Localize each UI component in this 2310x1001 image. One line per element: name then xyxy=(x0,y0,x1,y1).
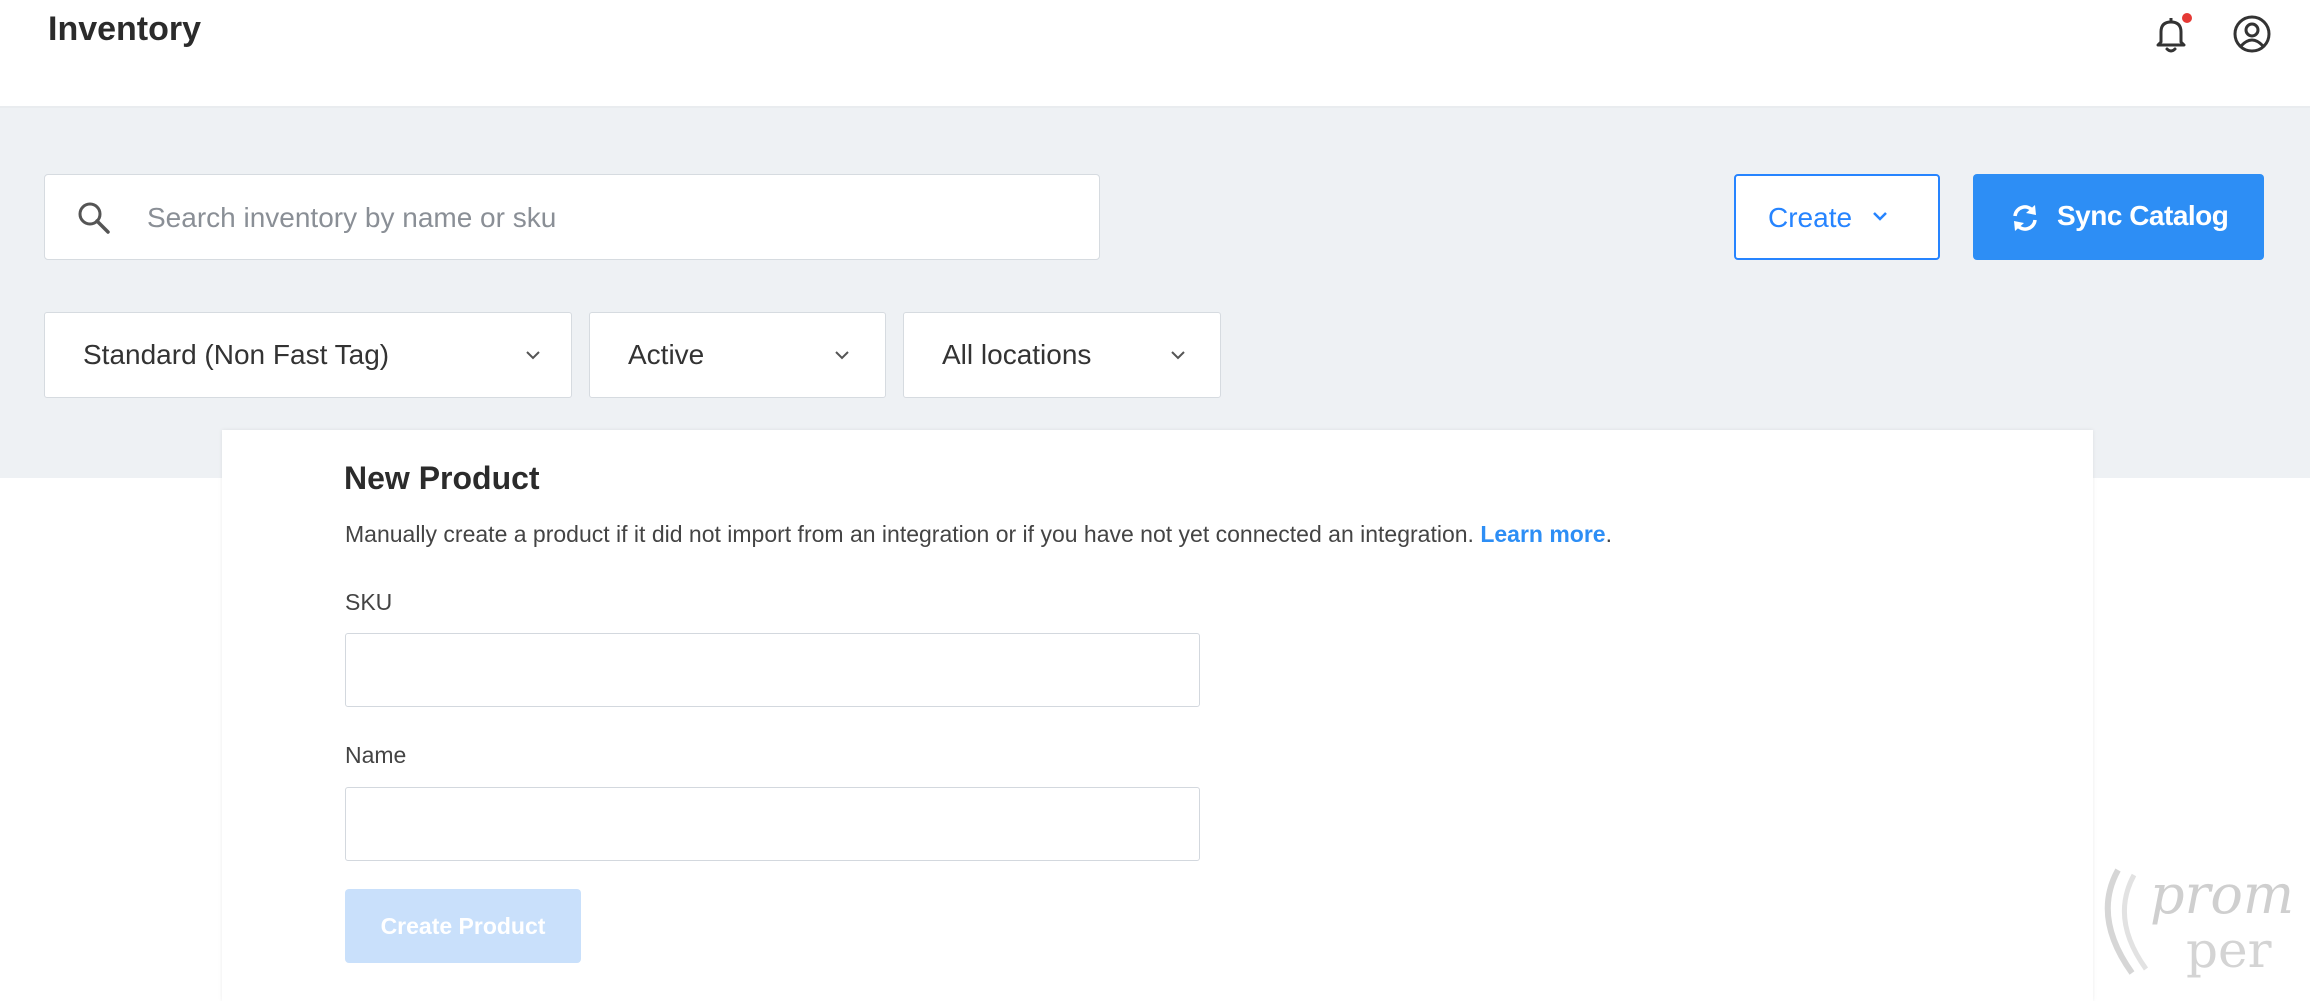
user-circle-icon xyxy=(2233,15,2271,53)
create-product-button[interactable]: Create Product xyxy=(345,889,581,963)
sku-input[interactable] xyxy=(345,633,1200,707)
name-label: Name xyxy=(345,742,407,768)
name-input[interactable] xyxy=(345,787,1200,861)
learn-more-link[interactable]: Learn more xyxy=(1480,521,1605,547)
product-type-value: Standard (Non Fast Tag) xyxy=(83,339,390,370)
chevron-down-icon xyxy=(1873,212,1887,221)
description-text: Manually create a product if it did not … xyxy=(345,521,1474,547)
filter-area xyxy=(0,108,2310,478)
sync-catalog-label: Sync Catalog xyxy=(2057,200,2229,231)
chevron-down-icon xyxy=(1171,351,1185,360)
sync-icon xyxy=(2013,205,2037,231)
location-select[interactable]: All locations xyxy=(903,312,1221,398)
top-bar: Inventory xyxy=(0,0,2310,108)
status-select[interactable]: Active xyxy=(589,312,886,398)
notifications-button[interactable] xyxy=(2147,10,2195,58)
account-button[interactable] xyxy=(2228,10,2276,58)
chevron-down-icon xyxy=(835,351,849,360)
new-product-title: New Product xyxy=(344,460,540,496)
description-period: . xyxy=(1605,521,1612,547)
search-placeholder: Search inventory by name or sku xyxy=(147,202,557,233)
search-input[interactable]: Search inventory by name or sku xyxy=(44,174,1100,260)
watermark-logo: prom per xyxy=(2104,863,2294,979)
sync-catalog-button[interactable]: Sync Catalog xyxy=(1973,174,2264,260)
chevron-down-icon xyxy=(526,351,540,360)
sku-label: SKU xyxy=(345,589,393,615)
search-icon xyxy=(78,202,110,234)
watermark-text-bottom: per xyxy=(2186,921,2272,979)
create-dropdown-button[interactable]: Create xyxy=(1734,174,1940,260)
page-title: Inventory xyxy=(48,10,202,48)
watermark-text-top: prom xyxy=(2150,863,2294,926)
notification-dot xyxy=(2182,13,2192,23)
location-value: All locations xyxy=(942,339,1092,370)
status-value: Active xyxy=(628,339,705,370)
new-product-description: Manually create a product if it did not … xyxy=(345,521,1612,548)
product-type-select[interactable]: Standard (Non Fast Tag) xyxy=(44,312,572,398)
create-button-label: Create xyxy=(1768,202,1853,233)
